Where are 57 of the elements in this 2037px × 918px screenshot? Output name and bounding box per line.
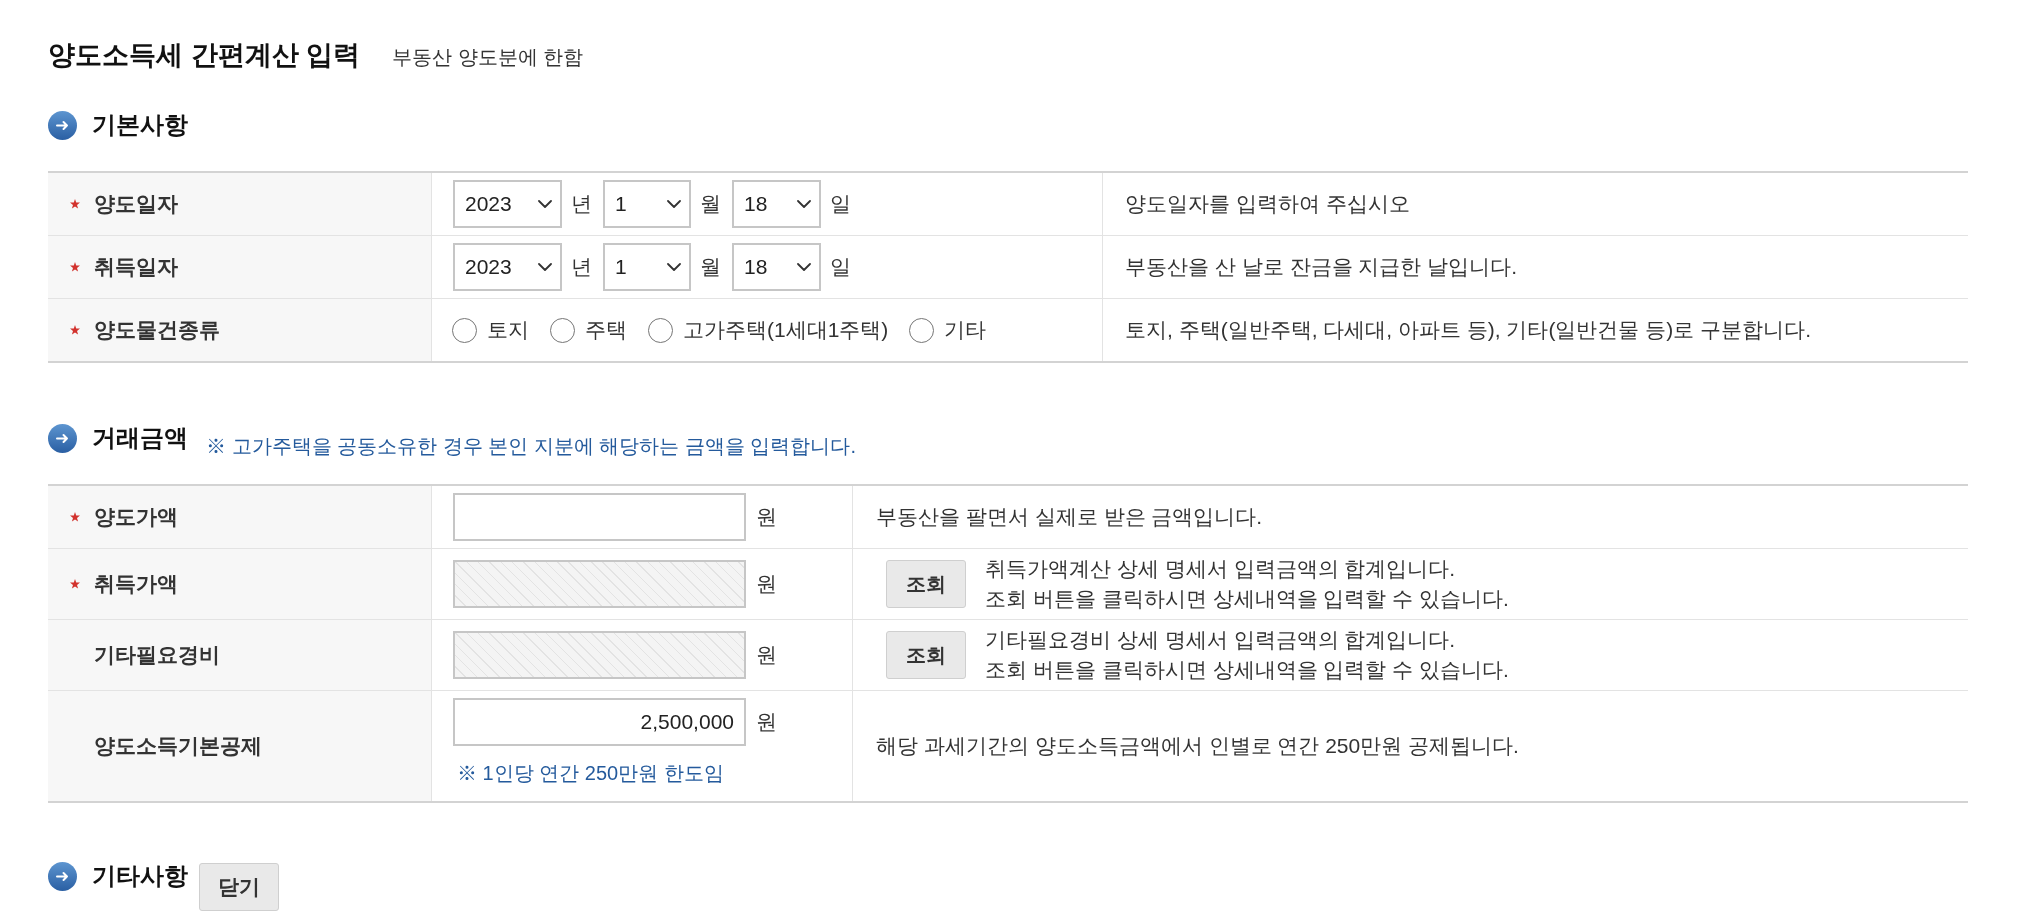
unit-label: 원 [756, 709, 777, 736]
description-text: 토지, 주택(일반주택, 다세대, 아파트 등), 기타(일반건물 등)로 구분합니다. [1125, 317, 1811, 343]
dropdown-select[interactable]: 18 [732, 180, 821, 228]
chevron-down-icon [538, 200, 552, 208]
unit-label: 년 [571, 254, 592, 281]
description-text: 부동산을 팔면서 실제로 받은 금액입니다. [876, 504, 1263, 530]
unit-label: 일 [830, 254, 851, 281]
unit-label: 일 [830, 191, 851, 218]
field-label: 양도소득기본공제 [94, 733, 262, 760]
amount-input[interactable]: 2,500,000 [453, 698, 746, 746]
unit-label: 월 [700, 191, 721, 218]
radio-button[interactable] [550, 317, 575, 343]
dropdown-select[interactable]: 18 [732, 243, 821, 291]
unit-label: 원 [756, 504, 777, 531]
radio-button[interactable] [452, 317, 477, 343]
chevron-down-icon [797, 263, 811, 271]
arrow-circle-icon [48, 862, 77, 891]
close-button[interactable]: 닫기 [199, 863, 279, 911]
radio-label[interactable]: 고가주택(1세대1주택) [683, 314, 889, 346]
radio-button[interactable] [909, 317, 935, 343]
description-text: 부동산을 산 날로 잔금을 지급한 날입니다. [1125, 254, 1517, 280]
amount-input[interactable] [453, 493, 746, 541]
chevron-down-icon [667, 200, 681, 208]
dropdown-select[interactable]: 2023 [453, 180, 562, 228]
page-subtitle: 부동산 양도분에 한함 [392, 45, 584, 70]
field-label: 양도일자 [94, 191, 178, 218]
section-title: 기타사항 [92, 861, 188, 891]
hint-text: ※ 1인당 연간 250만원 한도임 [457, 761, 724, 786]
field-label: 양도가액 [94, 504, 178, 531]
description-text: 해당 과세기간의 양도소득금액에서 인별로 연간 250만원 공제됩니다. [876, 733, 1519, 759]
radio-button[interactable] [648, 317, 673, 343]
description-text: 양도일자를 입력하여 주십시오 [1125, 191, 1410, 217]
arrow-circle-icon [48, 424, 77, 453]
section-note: ※ 고가주택을 공동소유한 경우 본인 지분에 해당하는 금액을 입력합니다. [206, 434, 856, 459]
field-label: 취득가액 [94, 571, 178, 598]
unit-label: 년 [571, 191, 592, 218]
section-title: 거래금액 [92, 423, 188, 453]
dropdown-select[interactable]: 1 [603, 243, 691, 291]
description-text: 기타필요경비 상세 명세서 입력금액의 합계입니다. 조회 버튼을 클릭하시면 상세내역을 입력할 수 있습니다. [985, 627, 1509, 683]
page-title: 양도소득세 간편계산 입력 [48, 39, 360, 72]
chevron-down-icon [797, 200, 811, 208]
radio-label[interactable]: 토지 [487, 314, 529, 346]
dropdown-select[interactable]: 2023 [453, 243, 562, 291]
field-label: 취득일자 [94, 254, 178, 281]
section-title: 기본사항 [92, 110, 188, 140]
description-text: 취득가액계산 상세 명세서 입력금액의 합계입니다. 조회 버튼을 클릭하시면 상세내역을 입력할 수 있습니다. [985, 556, 1509, 612]
unit-label: 원 [756, 642, 777, 669]
unit-label: 원 [756, 571, 777, 598]
field-label: 기타필요경비 [94, 642, 220, 669]
chevron-down-icon [538, 263, 552, 271]
radio-label[interactable]: 기타 [944, 314, 987, 346]
radio-label[interactable]: 주택 [585, 314, 627, 346]
arrow-circle-icon [48, 111, 77, 140]
unit-label: 월 [700, 254, 721, 281]
dropdown-select[interactable]: 1 [603, 180, 691, 228]
chevron-down-icon [667, 263, 681, 271]
field-label: 양도물건종류 [94, 317, 220, 344]
